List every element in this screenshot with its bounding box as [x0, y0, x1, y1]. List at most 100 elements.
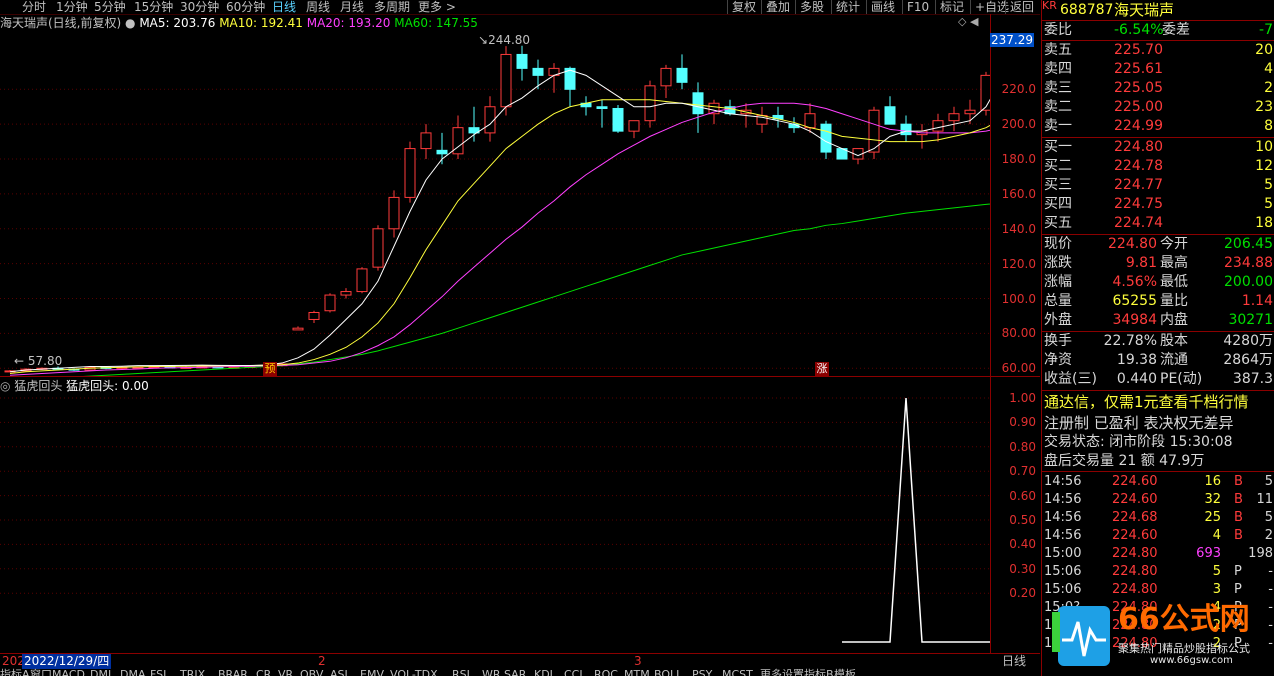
indicator-tab-24[interactable]: 更多	[760, 668, 782, 676]
candle[interactable]	[916, 124, 928, 149]
candle[interactable]	[900, 115, 912, 142]
candle[interactable]	[628, 120, 640, 139]
indicator-tab-0[interactable]: 指标A	[0, 668, 30, 676]
indicator-tab-7[interactable]: BRAR	[218, 668, 248, 676]
candle[interactable]	[852, 148, 864, 165]
tick-row-6: 15:06 224.80 3 P -	[1042, 581, 1274, 599]
indicator-tab-27[interactable]: 模板	[834, 668, 856, 676]
toolbar-button-4[interactable]: 画线	[866, 0, 899, 14]
candle[interactable]	[388, 190, 400, 238]
tick-row-0: 14:56 224.60 16 B 5	[1042, 473, 1274, 491]
ad-banner[interactable]: 通达信，仅需1元查看千档行情	[1042, 392, 1274, 412]
period-1[interactable]: 1分钟	[56, 0, 88, 14]
candle[interactable]	[308, 310, 320, 323]
candle[interactable]	[372, 225, 384, 271]
period-2[interactable]: 5分钟	[94, 0, 126, 14]
period-0[interactable]: 分时	[22, 0, 46, 14]
indicator-tab-1[interactable]: 窗口	[30, 668, 52, 676]
tick-side: P	[1234, 564, 1242, 579]
candle[interactable]	[404, 141, 416, 203]
indicator-toggle-icon[interactable]: ◎	[0, 379, 10, 393]
candle[interactable]	[484, 96, 496, 142]
indicator-tab-19[interactable]: ROC	[594, 668, 618, 676]
indicator-tab-9[interactable]: VR	[278, 668, 293, 676]
candle[interactable]	[420, 124, 432, 160]
marker-zhang[interactable]: 涨	[815, 362, 829, 376]
toolbar-button-8[interactable]: 返回	[1005, 0, 1038, 14]
period-3[interactable]: 15分钟	[134, 0, 173, 14]
tick-volume: 32	[1204, 492, 1221, 507]
quote-row-0: 现价 224.80 今开 206.45	[1042, 235, 1274, 254]
indicator-chart[interactable]	[0, 394, 990, 650]
period-mode[interactable]: 日线	[1002, 654, 1026, 669]
period-9[interactable]: 多周期	[374, 0, 410, 14]
indicator-tab-2[interactable]: MACD	[52, 668, 85, 676]
indicator-tab-3[interactable]: DMI	[90, 668, 111, 676]
indicator-tab-25[interactable]: 设置	[782, 668, 804, 676]
period-7[interactable]: 周线	[306, 0, 330, 14]
candle[interactable]	[676, 54, 688, 90]
bids-volume: 5	[1264, 196, 1273, 212]
candle[interactable]	[356, 267, 368, 294]
marker-yu[interactable]: 预	[263, 362, 277, 376]
toolbar-button-3[interactable]: 统计	[831, 0, 864, 14]
candle[interactable]	[660, 64, 672, 99]
quote-value-2: 206.45	[1224, 236, 1273, 252]
candle[interactable]	[612, 105, 624, 133]
candle[interactable]	[980, 71, 990, 116]
trade-status: 交易状态: 闭市阶段 15:30:08	[1044, 434, 1233, 450]
toolbar-button-2[interactable]: 多股	[795, 0, 828, 14]
candle[interactable]	[452, 115, 464, 160]
indicator-tab-11[interactable]: ASI	[330, 668, 348, 676]
period-10[interactable]: 更多 >	[418, 0, 456, 14]
candle[interactable]	[292, 326, 304, 331]
period-8[interactable]: 月线	[340, 0, 364, 14]
candle[interactable]	[324, 293, 336, 313]
candle[interactable]	[564, 66, 576, 107]
candle[interactable]	[340, 288, 352, 299]
indicator-tab-5[interactable]: FSL	[150, 668, 169, 676]
indicator-tab-22[interactable]: PSY	[692, 668, 712, 676]
indicator-tab-8[interactable]: CR	[256, 668, 271, 676]
candle[interactable]	[868, 106, 880, 160]
kline-chart[interactable]	[0, 31, 990, 377]
settings-icon[interactable]: ●	[125, 16, 135, 30]
chart-options-icon[interactable]: ◇ ◀	[958, 15, 978, 28]
candle[interactable]	[948, 106, 960, 132]
toolbar-button-0[interactable]: 复权	[727, 0, 760, 14]
indicator-tab-23[interactable]: MCST	[722, 668, 753, 676]
candle[interactable]	[788, 117, 800, 133]
toolbar-button-1[interactable]: 叠加	[761, 0, 794, 14]
indicator-tab-14[interactable]: RSI	[452, 668, 470, 676]
candle[interactable]	[532, 59, 544, 90]
candle[interactable]	[580, 96, 592, 116]
finance-row-0: 换手 22.78% 股本 4280万	[1042, 332, 1274, 351]
indicator-tab-10[interactable]: OBV	[300, 668, 323, 676]
indicator-tab-12[interactable]: EMV	[360, 668, 384, 676]
indicator-tab-15[interactable]: WR	[482, 668, 501, 676]
indicator-tab-17[interactable]: KDJ	[534, 668, 553, 676]
indicator-tab-26[interactable]: 指标B	[804, 668, 834, 676]
candle[interactable]	[468, 106, 480, 142]
ad-line-1[interactable]: 通达信，仅需1元查看千档行情	[1044, 392, 1249, 412]
indicator-tab-13[interactable]: VOL-TDX	[390, 668, 438, 676]
indicator-tab-18[interactable]: CCI	[564, 668, 583, 676]
finance-value-2: 4280万	[1223, 333, 1273, 349]
candle[interactable]	[644, 80, 656, 128]
indicator-tab-6[interactable]: TRIX	[180, 668, 205, 676]
period-4[interactable]: 30分钟	[180, 0, 219, 14]
indicator-tab-21[interactable]: BOLL	[654, 668, 682, 676]
toolbar-button-6[interactable]: 标记	[935, 0, 968, 14]
indicator-tab-16[interactable]: SAR	[504, 668, 526, 676]
candle[interactable]	[596, 99, 608, 128]
indicator-tab-4[interactable]: DMA	[120, 668, 146, 676]
candle[interactable]	[884, 96, 896, 125]
candle[interactable]	[772, 106, 784, 128]
toolbar-button-5[interactable]: F10	[902, 0, 933, 14]
indicator-tab-20[interactable]: MTM	[624, 668, 650, 676]
candle[interactable]	[756, 106, 768, 133]
period-5[interactable]: 60分钟	[226, 0, 265, 14]
tick-count: 11	[1256, 492, 1273, 507]
candle[interactable]	[516, 45, 528, 81]
period-6[interactable]: 日线	[272, 0, 296, 14]
